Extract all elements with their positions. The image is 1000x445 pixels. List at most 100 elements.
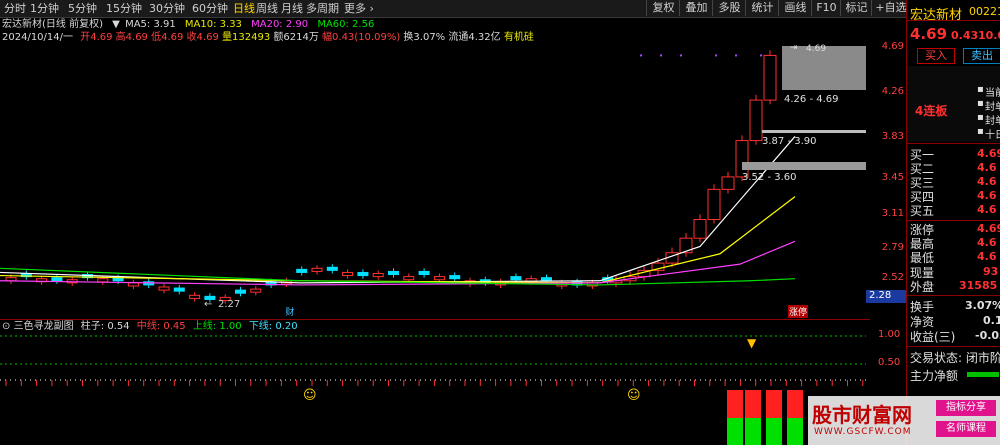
zone-line-c [742,162,866,170]
f10-button[interactable]: F10 [811,0,841,16]
xiaxian-value: 下线: 0.20 [248,321,298,332]
tab-1min[interactable]: 1分钟 [30,1,59,16]
price-top-label: 4.69 [806,44,827,54]
pct-change: 10.0 [978,29,1000,42]
note-seal1: 封单 [985,102,1000,113]
tab-weekly[interactable]: 周线 [256,1,278,16]
stock-chart-title: 宏达新材(日线 前复权) [2,19,103,30]
candle-body [449,275,461,280]
bullet-icon: ▪ [977,98,984,109]
level-label: 买五 [910,204,935,218]
bar-concept-tag[interactable]: 有机硅 [504,32,534,43]
ma-info-bar: 宏达新材(日线 前复权) ▼ MA5: 3.91 MA10: 3.33 MA20… [0,18,870,31]
adjust-button[interactable]: 复权 [646,0,680,16]
level-value: 4.6 [977,161,997,174]
y-tick: 4.69 [881,41,904,52]
bullet-icon: ▪ [977,126,984,137]
stats-button[interactable]: 统计 [745,0,779,16]
stat-label: 外盘 [910,280,935,294]
candle-body [311,267,323,272]
mark-button[interactable]: 标记 [840,0,872,16]
candlestick-chart[interactable] [0,44,870,318]
price-axis: 4.69 4.26 3.83 3.45 3.11 2.79 2.52 2.28 [866,41,909,314]
multi-stock-button[interactable]: 多股 [712,0,746,16]
level-value: 4.69 [977,147,1000,160]
zone-c-label: 3.52 - 3.60 [742,172,797,183]
note-tenday: 十日 [985,130,1000,141]
stat-value: 93 [983,265,999,278]
draw-button[interactable]: 画线 [778,0,812,16]
low-price-label: 2.27 [218,299,241,310]
sub-y-tick: 0.50 [878,357,901,368]
tab-monthly[interactable]: 月线 [281,1,303,16]
peak-dot [735,54,737,57]
tab-more[interactable]: 更多 › [344,1,374,16]
bar-high: 高4.69 [115,32,148,43]
candle-body [235,289,246,294]
bar-low: 低4.69 [151,32,184,43]
tab-daily[interactable]: 日线 [233,1,255,16]
collapse-icon[interactable]: ▼ [112,19,120,30]
bar-change: 幅0.43(10.09%) [322,32,401,43]
tab-60min[interactable]: 60分钟 [192,1,228,16]
ma-line-ma10 [0,196,796,284]
peak-dot [715,54,717,57]
low-arrow-icon: ← [204,299,213,310]
note-current: 当前 [985,88,1000,99]
stat-value: 0.1 [983,314,1000,327]
peak-dot [640,54,642,57]
tab-multi-period[interactable]: 多周期 [306,1,339,16]
candle-body [418,270,430,276]
finance-event-icon[interactable]: 财 [284,305,296,318]
tab-5min[interactable]: 5分钟 [68,1,97,16]
stat-value: -0.03 [975,329,1000,342]
sub-y-tick: 1.00 [878,329,901,340]
ma5-value: MA5: 3.91 [125,19,176,30]
candle-body [388,270,399,276]
sub-indicator-chart[interactable] [0,334,870,445]
ma10-value: MA10: 3.33 [184,19,242,30]
add-watchlist-button[interactable]: +自选 [871,0,910,16]
candle-body [707,188,721,220]
quote-panel: 宏达新材 00221 4.69 0.43 10.0 买入 卖出 4连板 ▪ 当前… [906,0,1000,445]
zone-b-label: 3.87 - 3.90 [762,136,817,147]
candle-body [127,282,139,287]
peak-dot [660,54,662,57]
zhuzi-value: 柱子: 0.54 [80,321,130,332]
candle-body [510,276,522,281]
candle-body [749,99,763,142]
sell-button[interactable]: 卖出 [963,48,1000,64]
candle-body [296,268,308,273]
indicator-bar-green [727,418,743,445]
limit-up-badge[interactable]: 涨停 [788,305,809,318]
tab-15min[interactable]: 15分钟 [106,1,142,16]
bar-date: 2024/10/14/一 [2,32,74,43]
diamond-icon: ▼ [747,336,757,350]
tab-intraday[interactable]: 分时 [4,1,26,16]
candle-body [97,278,109,283]
stat-value: 31585 [959,279,998,292]
streak-label: 4连板 [915,104,948,118]
stat-value: 4.6 [977,250,997,263]
candle-body [173,287,185,292]
stat-value: 4.69 [977,222,1000,235]
sub-indicator-title[interactable]: 三色寻龙副图 [14,321,74,332]
collapse-icon[interactable]: ⊙ [2,321,10,332]
bar-close: 收4.69 [186,32,219,43]
peak-dot [680,54,682,57]
smiley-icon: ☺ [303,388,317,403]
overlay-button[interactable]: 叠加 [679,0,713,16]
bullet-icon: ▪ [977,84,984,95]
candle-body [372,273,384,278]
candle-body [541,277,552,282]
watermark-brand: 股市财富网 [812,403,912,427]
buy-button[interactable]: 买入 [917,48,955,64]
y-tick: 3.83 [881,131,904,142]
watermark-tag1: 指标分享 [936,400,996,416]
indicator-bar-green [745,418,761,445]
ohlc-info-bar: 2024/10/14/一 开4.69 高4.69 低4.69 收4.69 量13… [0,31,870,44]
bar-amount: 额6214万 [273,32,319,43]
tab-30min[interactable]: 30分钟 [149,1,185,16]
stat-value: 3.07% [965,299,1000,312]
y-tick: 4.26 [881,86,904,97]
